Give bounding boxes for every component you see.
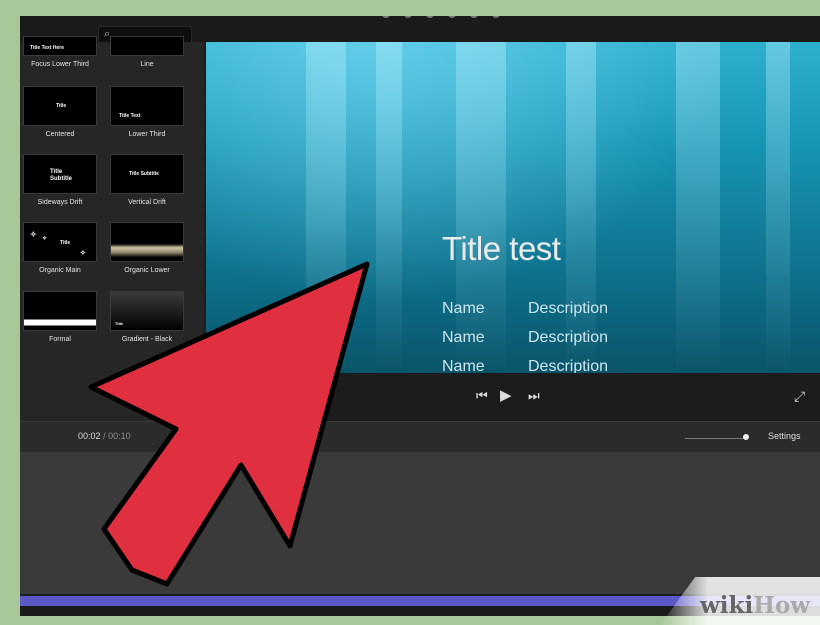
imovie-window: ⌕ Title Text Here Focus Lower Third Line… xyxy=(20,16,820,616)
watermark-text-how: How xyxy=(753,592,811,619)
title-tile-vertical-drift[interactable]: Title Subtitle Vertical Drift xyxy=(110,154,184,206)
image-frame: ⌕ Title Text Here Focus Lower Third Line… xyxy=(0,0,820,625)
title-thumbnail xyxy=(110,222,184,262)
title-tile-organic-main[interactable]: ✧ ✧ Title ✧ Organic Main xyxy=(23,222,97,274)
thumbnail-text: Title xyxy=(60,240,71,246)
sparkle-icon: ✧ xyxy=(30,230,37,239)
timeline-header: 00:02 / 00:10 Settings xyxy=(20,421,820,452)
watermark-text-wiki: wiki xyxy=(700,592,754,619)
watermark-logo: wikiHow xyxy=(700,592,810,619)
thumbnail-text: Title Subtitle xyxy=(129,171,159,177)
title-tile-label: Organic Main xyxy=(39,267,81,274)
timeline-area[interactable] xyxy=(20,452,820,594)
title-tile-centered[interactable]: Title Centered xyxy=(23,86,97,138)
total-time: 00:10 xyxy=(108,431,131,441)
thumbnail-text: Title Text xyxy=(119,113,141,119)
title-thumbnail: Title Text Here xyxy=(23,36,97,56)
title-thumbnail: Title Subtitle xyxy=(23,154,97,194)
timecode: 00:02 / 00:10 xyxy=(78,431,131,441)
title-thumbnail: Title Text xyxy=(110,86,184,126)
play-icon[interactable]: ▶ xyxy=(500,386,512,404)
thumbnail-text: Title xyxy=(115,321,124,326)
credit-name: Name xyxy=(442,358,485,373)
thumbnail-text: Title Text Here xyxy=(30,45,64,51)
title-tile-line[interactable]: Line xyxy=(110,36,184,68)
titles-browser: Title Text Here Focus Lower Third Line T… xyxy=(20,36,204,422)
title-tile-label: Lower Third xyxy=(128,131,166,138)
sparkle-icon: ✧ xyxy=(80,250,86,257)
credit-description: Description xyxy=(528,300,609,317)
title-thumbnail: Title xyxy=(23,86,97,126)
title-tile-lower-third[interactable]: Title Text Lower Third xyxy=(110,86,184,138)
title-thumbnail: ✧ ✧ Title ✧ xyxy=(23,222,97,262)
credit-row: Name Description xyxy=(442,300,608,318)
title-tile-organic-lower[interactable]: Organic Lower xyxy=(110,222,184,274)
title-tile-label: Sideways Drift xyxy=(37,199,83,206)
video-viewer[interactable]: Title test Name Description Name Descripti… xyxy=(206,42,820,373)
title-tile-label: Gradient - Black xyxy=(121,336,173,343)
thumbnail-text: Title Subtitle xyxy=(50,169,72,182)
skip-forward-icon[interactable]: ⏭ xyxy=(528,388,540,404)
toolbar-tabs xyxy=(382,16,500,20)
title-tile-label: Focus Lower Third xyxy=(31,61,89,68)
current-time: 00:02 xyxy=(78,431,101,441)
light-ray xyxy=(376,42,402,373)
toolbar-tab-dot[interactable] xyxy=(426,16,434,18)
thumbnail-text: Title xyxy=(56,103,67,109)
title-tile-label: Organic Lower xyxy=(124,267,170,274)
credit-row: Name Description xyxy=(442,329,608,347)
light-ray xyxy=(456,42,506,373)
sparkle-icon: ✧ xyxy=(42,236,48,242)
zoom-slider-track[interactable] xyxy=(685,438,747,439)
light-ray xyxy=(566,42,596,373)
credit-name: Name xyxy=(442,300,485,317)
toolbar-tab-dot[interactable] xyxy=(470,16,478,18)
title-tile-focus-lower-third[interactable]: Title Text Here Focus Lower Third xyxy=(23,36,97,68)
title-thumbnail: Title xyxy=(110,291,184,331)
title-tile-label: Formal xyxy=(49,336,71,343)
skip-back-icon[interactable]: ⏮ xyxy=(476,388,488,404)
credit-description: Description xyxy=(528,358,609,373)
toolbar-tab-dot[interactable] xyxy=(448,16,456,18)
time-separator: / xyxy=(103,431,106,441)
fullscreen-icon[interactable]: ⤢ xyxy=(794,388,805,405)
light-ray xyxy=(766,42,790,373)
title-tile-label: Vertical Drift xyxy=(128,199,166,206)
credit-row: Name Description xyxy=(442,358,608,373)
zoom-slider-knob[interactable] xyxy=(743,434,749,440)
overlay-title: Title test xyxy=(442,230,561,267)
title-tile-sideways-drift[interactable]: Title Subtitle Sideways Drift xyxy=(23,154,97,206)
title-thumbnail xyxy=(110,36,184,56)
playback-controls: ⏮ ▶ ⏭ ⤢ xyxy=(206,373,820,421)
toolbar-tab-dot[interactable] xyxy=(404,16,412,18)
toolbar-tab-dot[interactable] xyxy=(492,16,500,18)
light-ray xyxy=(676,42,720,373)
title-thumbnail: Title Subtitle xyxy=(110,154,184,194)
title-tile-formal[interactable]: Formal xyxy=(23,291,97,343)
credit-description: Description xyxy=(528,329,609,346)
credit-name: Name xyxy=(442,329,485,346)
title-tile-label: Centered xyxy=(45,131,75,138)
light-ray xyxy=(306,42,346,373)
title-tile-gradient-black[interactable]: Title Gradient - Black xyxy=(110,291,184,343)
settings-button[interactable]: Settings xyxy=(768,431,801,441)
title-thumbnail xyxy=(23,291,97,331)
toolbar-tab-dot[interactable] xyxy=(382,16,390,18)
title-tile-label: Line xyxy=(140,61,154,68)
